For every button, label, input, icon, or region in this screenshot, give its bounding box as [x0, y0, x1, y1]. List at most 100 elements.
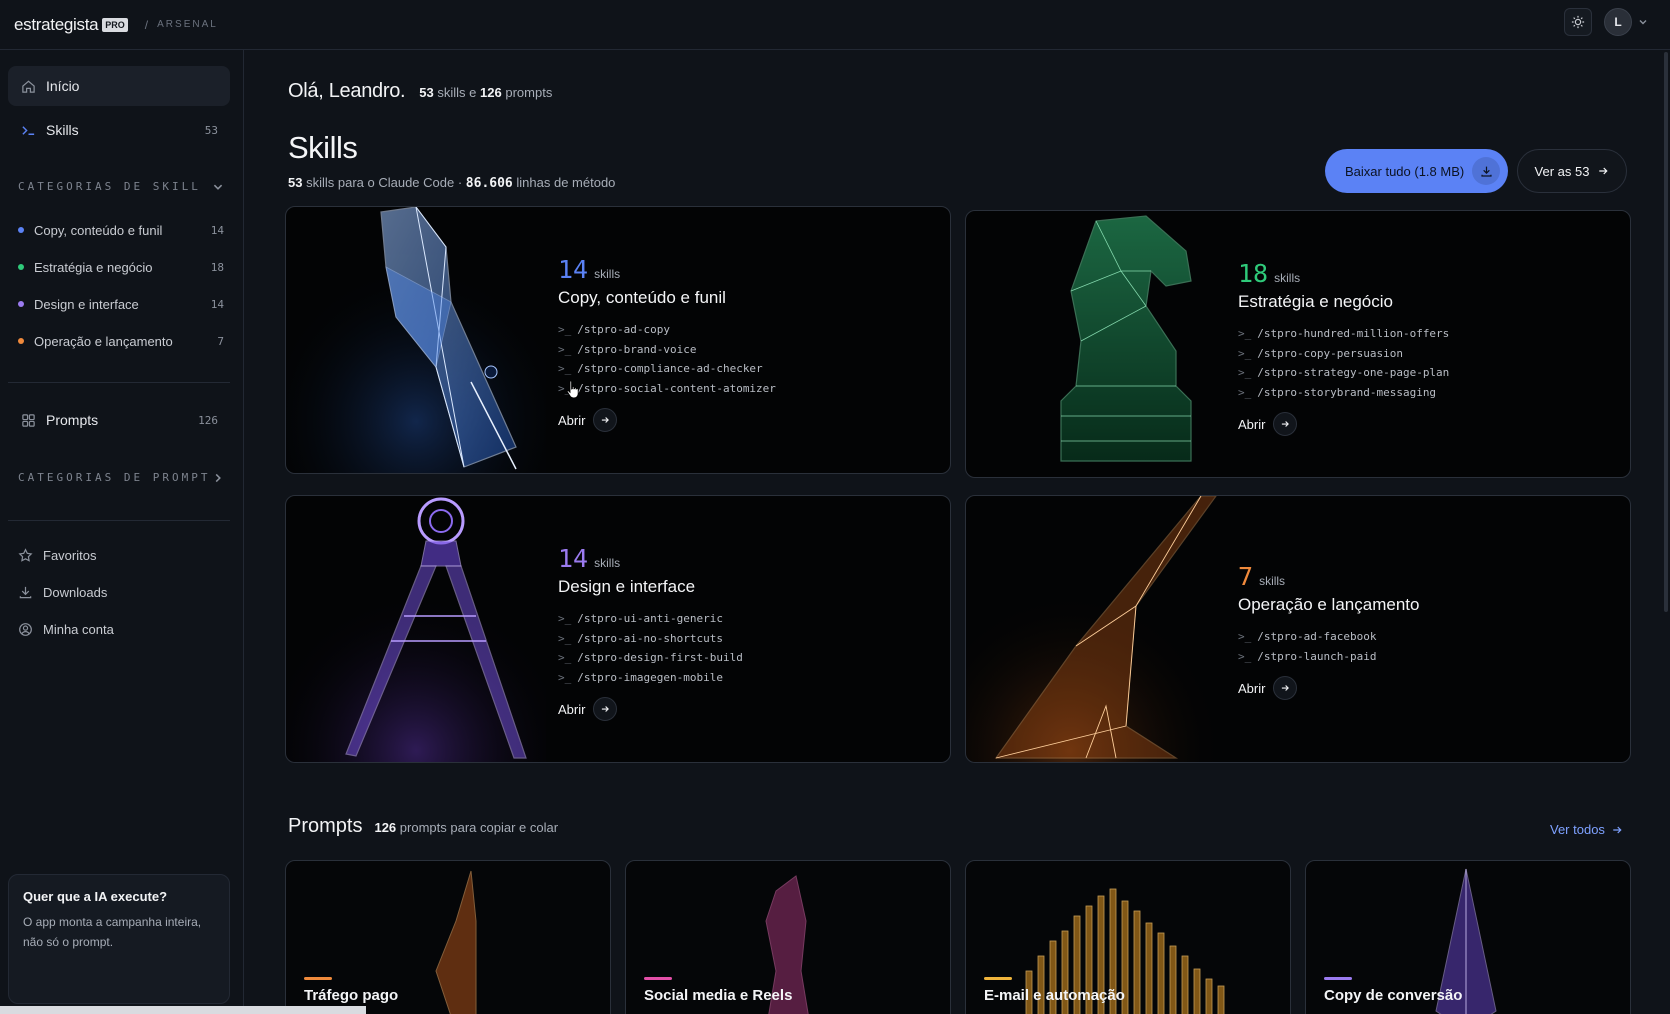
command-item[interactable]: >_ /stpro-storybrand-messaging: [1238, 383, 1449, 403]
upgrade-promo-card[interactable]: Quer que a IA execute? O app monta a cam…: [8, 874, 230, 1004]
prompt-card-email[interactable]: E-mail e automação: [965, 860, 1291, 1014]
skill-card-info: 14 skills Design e interface >_ /stpro-ui-…: [558, 544, 743, 721]
chevron-down-icon: [1639, 20, 1647, 25]
prompt-glyph: >_: [1238, 630, 1252, 644]
brand-logo[interactable]: estrategista PRO / ARSENAL: [14, 15, 218, 35]
sun-icon: [1571, 15, 1585, 29]
promo-text: O app monta a campanha inteira, não só o…: [23, 915, 202, 949]
command-item[interactable]: >_ /stpro-copy-persuasion: [1238, 344, 1449, 364]
command-item[interactable]: >_ /stpro-compliance-ad-checker: [558, 359, 776, 379]
open-link[interactable]: Abrir: [1238, 412, 1449, 436]
prompt-glyph: >_: [1238, 385, 1252, 399]
promo-title: Quer que a IA execute?: [23, 889, 168, 904]
command-item[interactable]: >_ /stpro-strategy-one-page-plan: [1238, 363, 1449, 383]
sidebar-item-label: Downloads: [43, 584, 108, 600]
sidebar-item-label: Skills: [46, 122, 79, 138]
prompts-total: 126: [374, 820, 397, 835]
arrow-right-icon: [1613, 826, 1622, 833]
chess-knight-art: [1060, 215, 1192, 462]
user-menu[interactable]: L: [1604, 8, 1648, 36]
command-item[interactable]: >_ /stpro-launch-paid: [1238, 647, 1419, 667]
open-link[interactable]: Abrir: [1238, 676, 1419, 700]
skill-card-copy[interactable]: 14 skills Copy, conteúdo e funil >_/stpro…: [285, 206, 951, 474]
prompts-title: Prompts: [288, 815, 363, 837]
sidebar-item-favorites[interactable]: Favoritos: [18, 544, 224, 566]
greeting-skills-word: skills e: [437, 85, 477, 100]
prompt-categories-toggle[interactable]: CATEGORIAS DE PROMPT: [18, 471, 224, 484]
see-all-skills-label: Ver as 53: [1534, 163, 1590, 179]
skill-card-title: Design e interface: [558, 577, 696, 596]
skill-count: 14: [558, 544, 589, 573]
see-all-label: Ver todos: [1550, 822, 1605, 837]
category-count: 14: [210, 297, 224, 311]
skill-categories-title: CATEGORIAS DE SKILL: [18, 180, 201, 193]
download-all-button[interactable]: Baixar tudo (1.8 MB): [1325, 149, 1508, 193]
sidebar-item-home[interactable]: Início: [8, 66, 230, 106]
prompts-count: 126: [198, 413, 218, 427]
category-count: 7: [217, 334, 224, 348]
user-circle-icon: [19, 622, 32, 636]
scrollbar[interactable]: [1664, 52, 1668, 612]
command-item[interactable]: >_ /stpro-design-first-build: [558, 648, 743, 668]
lines-count: 86.606: [465, 176, 513, 191]
chevron-down-icon: [213, 184, 223, 190]
skill-card-title: Operação e lançamento: [1238, 595, 1420, 614]
command-item[interactable]: >_ /stpro-brand-voice: [558, 340, 776, 360]
prompt-card-paid-traffic[interactable]: Tráfego pago: [285, 860, 611, 1014]
skill-card-info: 18 skills Estratégia e negócio >_ /stpro-h…: [1238, 259, 1449, 436]
command-text: /stpro-social-content-atomizer: [577, 381, 776, 395]
command-item[interactable]: >_ /stpro-ai-no-shortcuts: [558, 629, 743, 649]
arrow-right-icon: [593, 697, 618, 721]
skill-unit: skills: [1274, 271, 1301, 285]
greeting-title: Olá, Leandro.: [288, 80, 406, 102]
greeting-summary: 53 skills e 126 prompts: [419, 85, 552, 100]
category-label: Copy, conteúdo e funil: [34, 222, 163, 238]
skill-category-operations[interactable]: Operação e lançamento 7: [18, 330, 224, 352]
open-label: Abrir: [1238, 680, 1266, 696]
download-icon: [19, 586, 32, 598]
sidebar-item-label: Início: [46, 78, 80, 94]
see-all-prompts-link[interactable]: Ver todos: [1550, 822, 1623, 837]
command-item[interactable]: >_ /stpro-ad-facebook: [1238, 627, 1419, 647]
command-text: /stpro-launch-paid: [1257, 649, 1377, 663]
link-preview-bar: [0, 1006, 366, 1014]
skills-subtitle-text: skills para o Claude Code ·: [306, 175, 463, 190]
command-item[interactable]: >_/stpro-social-content-atomizer: [558, 379, 776, 399]
open-link[interactable]: Abrir: [558, 697, 743, 721]
prompt-card-social-media[interactable]: Social media e Reels: [625, 860, 951, 1014]
greeting-skills-count: 53: [419, 85, 434, 100]
skill-card-operations[interactable]: 7 skills Operação e lançamento >_ /stpro-a…: [965, 495, 1631, 763]
prompts-subtitle-text: prompts para copiar e colar: [399, 820, 559, 835]
sidebar-item-skills[interactable]: Skills 53: [8, 110, 230, 150]
arrow-right-icon: [1273, 676, 1298, 700]
command-item[interactable]: >_ /stpro-ad-copy: [558, 320, 776, 340]
sidebar-item-prompts[interactable]: Prompts 126: [8, 400, 230, 440]
skill-categories-toggle[interactable]: CATEGORIAS DE SKILL: [18, 180, 224, 193]
sidebar-item-downloads[interactable]: Downloads: [18, 581, 224, 603]
command-item[interactable]: >_ /stpro-hundred-million-offers: [1238, 324, 1449, 344]
skill-category-design[interactable]: Design e interface 14: [18, 293, 224, 315]
skill-count: 18: [1238, 259, 1269, 288]
open-link[interactable]: Abrir: [558, 408, 776, 432]
skill-category-copy[interactable]: Copy, conteúdo e funil 14: [18, 219, 224, 241]
prompt-glyph: >_: [1238, 327, 1252, 341]
prompt-glyph: >_: [558, 362, 572, 376]
command-list: >_ /stpro-ad-facebook >_ /stpro-launch-pai…: [1238, 627, 1419, 666]
category-accent-bar: [304, 977, 332, 980]
greeting-prompts-count: 126: [480, 85, 502, 100]
prompt-glyph: >_: [558, 612, 572, 626]
skill-card-design[interactable]: 14 skills Design e interface >_ /stpro-ui-…: [285, 495, 951, 763]
skill-category-strategy[interactable]: Estratégia e negócio 18: [18, 256, 224, 278]
sidebar-item-account[interactable]: Minha conta: [18, 618, 224, 640]
breadcrumb-separator: /: [144, 17, 149, 32]
skill-card-strategy[interactable]: 18 skills Estratégia e negócio >_ /stpro-h…: [965, 210, 1631, 478]
command-item[interactable]: >_ /stpro-ui-anti-generic: [558, 609, 743, 629]
see-all-skills-button[interactable]: Ver as 53: [1517, 149, 1627, 193]
command-item[interactable]: >_ /stpro-imagegen-mobile: [558, 668, 743, 688]
prompt-glyph: >_: [558, 651, 572, 665]
theme-toggle-button[interactable]: [1564, 8, 1592, 36]
command-text: /stpro-design-first-build: [577, 651, 743, 665]
prompt-glyph: >_: [1238, 346, 1252, 360]
command-text: /stpro-strategy-one-page-plan: [1257, 366, 1450, 380]
prompt-card-conversion-copy[interactable]: Copy de conversão: [1305, 860, 1631, 1014]
